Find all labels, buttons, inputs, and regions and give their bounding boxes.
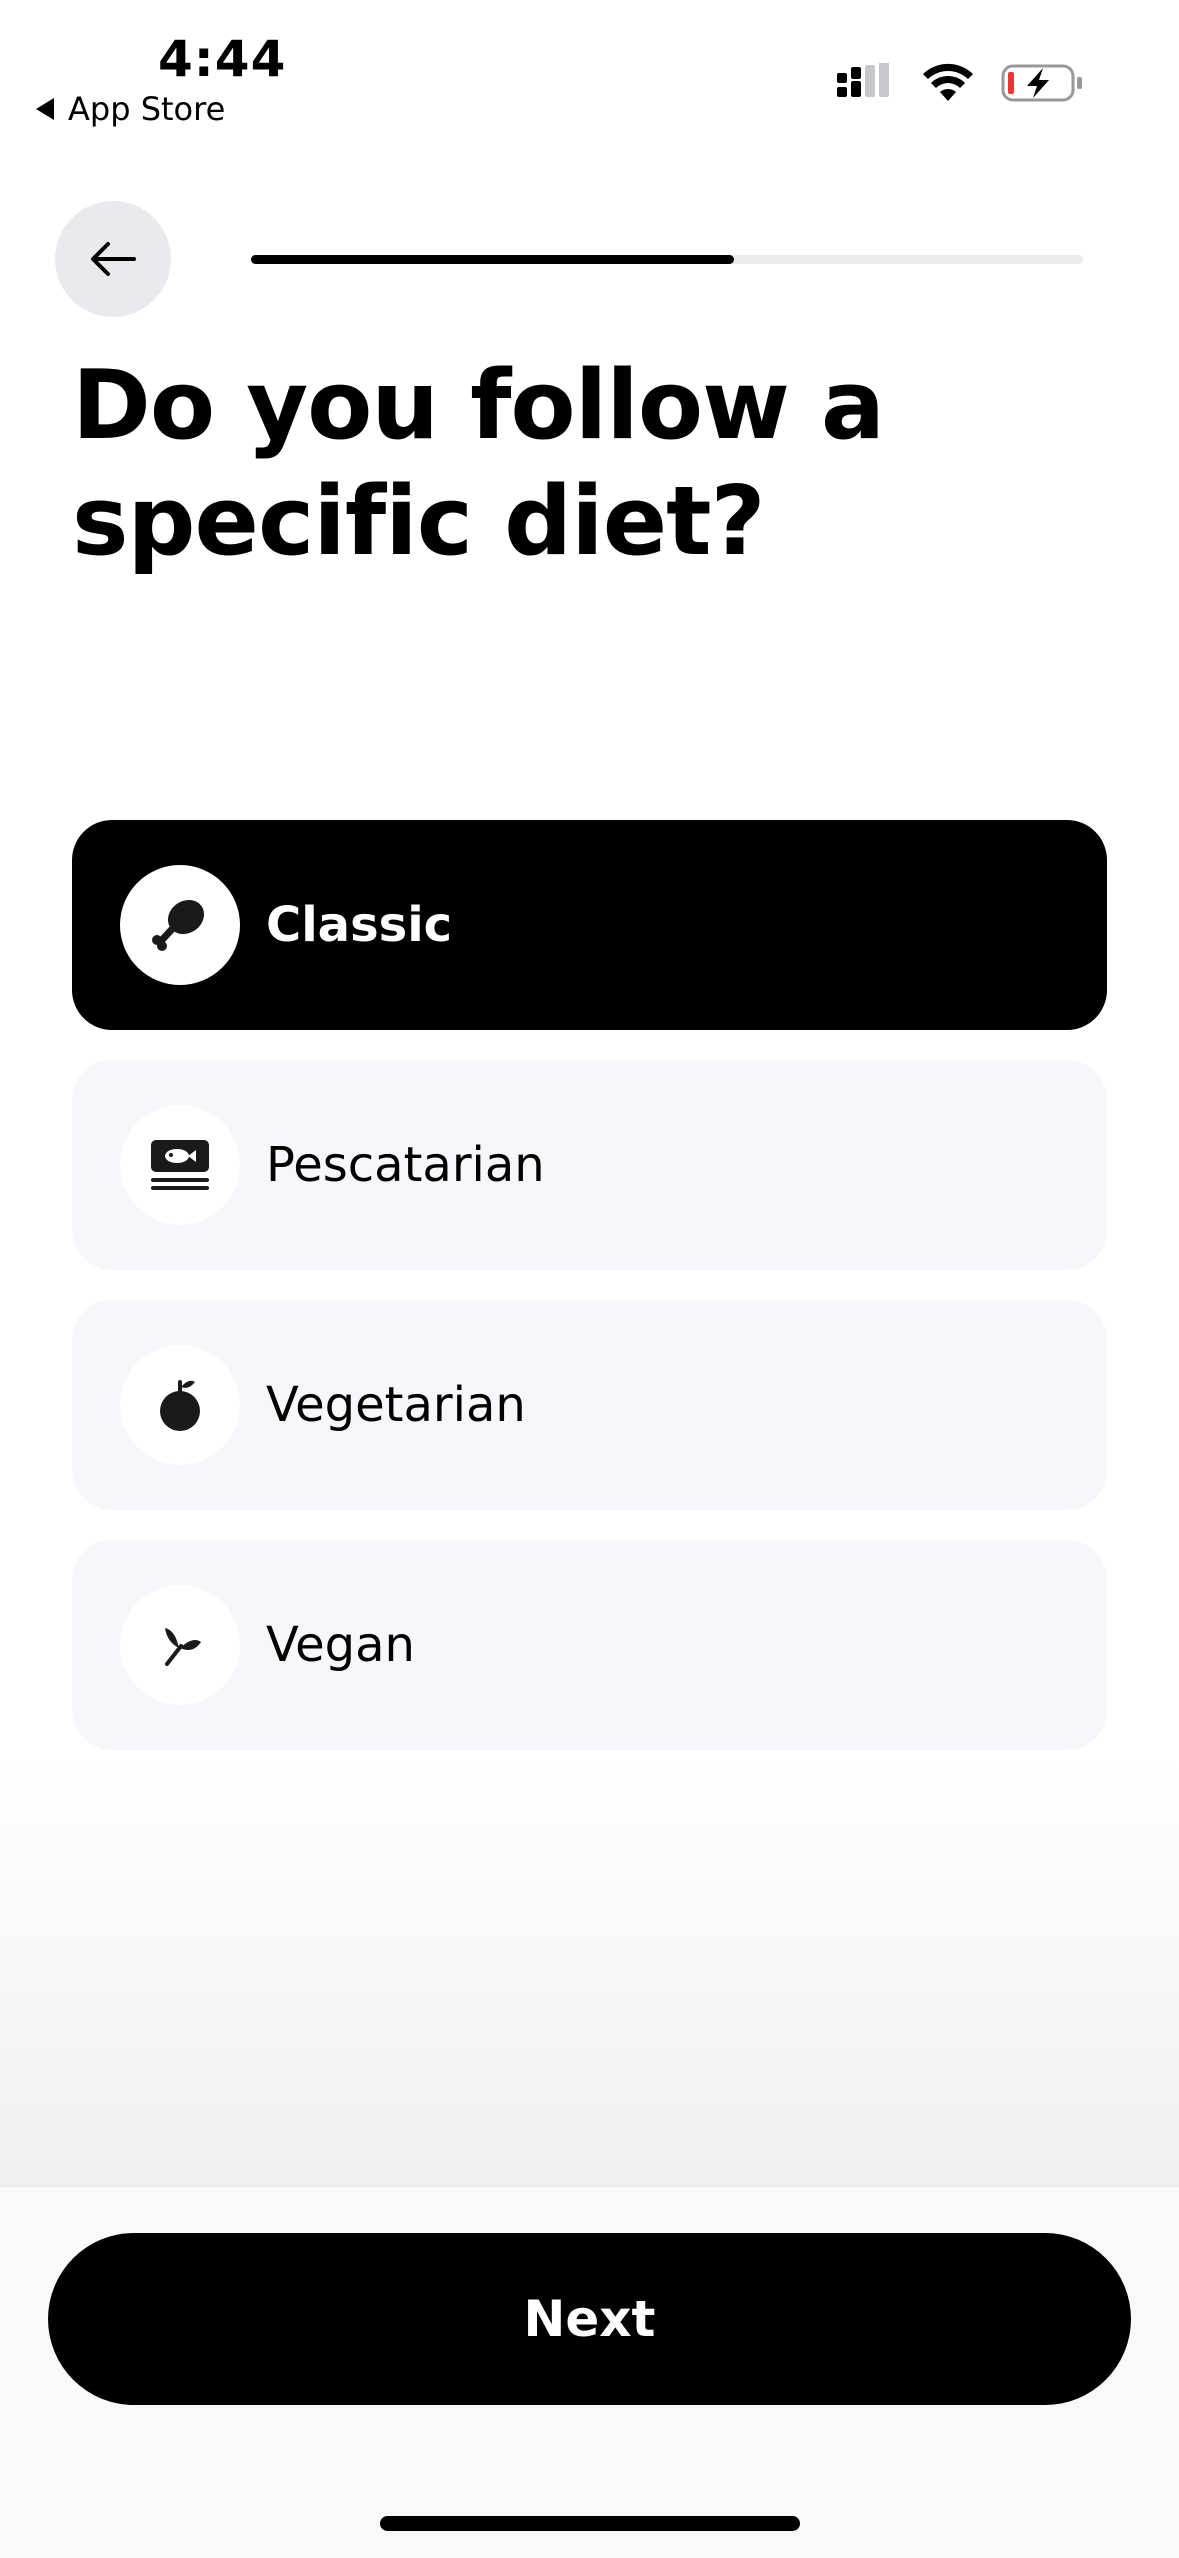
option-vegetarian[interactable]: Vegetarian <box>72 1300 1107 1510</box>
option-label: Classic <box>266 897 453 953</box>
next-button[interactable]: Next <box>48 2233 1131 2405</box>
back-button[interactable] <box>55 201 171 317</box>
status-time: 4:44 <box>158 30 287 88</box>
battery-charging-icon <box>1001 64 1082 102</box>
option-label: Vegetarian <box>266 1377 526 1433</box>
diet-options: Classic Pescatarian Vegetarian Vegan <box>72 820 1107 1780</box>
bottom-fade <box>0 1760 1179 2185</box>
option-vegan[interactable]: Vegan <box>72 1540 1107 1750</box>
back-to-app-link[interactable]: App Store <box>36 90 225 128</box>
arrow-left-icon <box>91 242 136 276</box>
home-indicator[interactable] <box>380 2516 800 2531</box>
option-pescatarian[interactable]: Pescatarian <box>72 1060 1107 1270</box>
progress-bar <box>251 255 1083 264</box>
question-title: Do you follow a specific diet? <box>72 351 885 577</box>
fish-icon <box>120 1105 240 1225</box>
status-icons <box>837 62 1083 104</box>
progress-fill <box>251 255 734 264</box>
back-to-app-label: App Store <box>68 90 226 128</box>
wifi-icon <box>923 63 973 101</box>
apple-icon <box>120 1345 240 1465</box>
status-bar: 4:44 App Store <box>0 0 1179 150</box>
back-triangle-icon <box>36 98 54 120</box>
drumstick-icon <box>120 865 240 985</box>
cellular-signal-icon <box>837 63 889 97</box>
option-label: Pescatarian <box>266 1137 545 1193</box>
option-classic[interactable]: Classic <box>72 820 1107 1030</box>
option-label: Vegan <box>266 1617 415 1673</box>
sprout-icon <box>120 1585 240 1705</box>
